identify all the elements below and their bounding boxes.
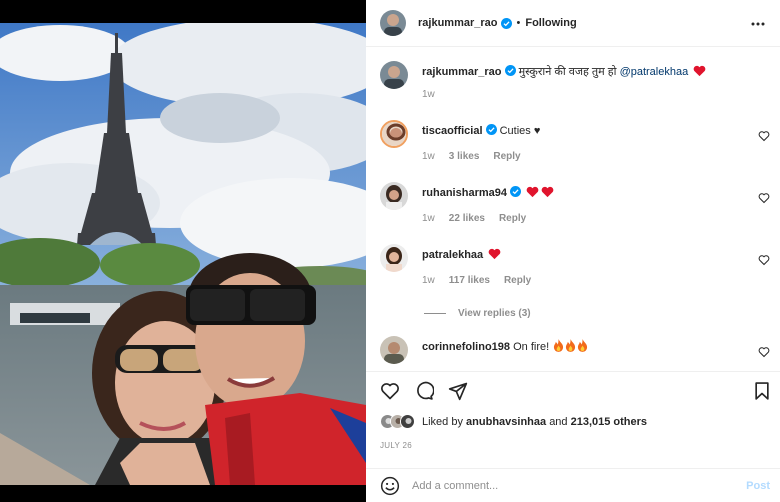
comment-text: On fire!: [513, 341, 550, 353]
author-username[interactable]: rajkummar_rao: [418, 17, 498, 29]
emoji-icon[interactable]: [380, 476, 400, 496]
post-photo[interactable]: [0, 23, 366, 485]
caption-avatar[interactable]: [380, 61, 408, 89]
liked-by-middle: and: [549, 415, 568, 428]
view-replies-label: View replies (3): [458, 308, 531, 319]
liked-by-user[interactable]: anubhavsinhaa: [466, 416, 546, 428]
commenter-username[interactable]: corinnefolino198: [422, 341, 510, 353]
reply-button[interactable]: Reply: [493, 151, 520, 162]
comments-list[interactable]: rajkummar_rao मुस्कुराने की वजह तुम हो @…: [366, 48, 780, 370]
comment-likes[interactable]: 117 likes: [449, 275, 490, 286]
caption-mention[interactable]: @patralekhaa: [620, 66, 689, 78]
commenter-username[interactable]: tiscaofficial: [422, 125, 483, 137]
add-comment-bar: Post: [366, 468, 780, 502]
add-comment-input[interactable]: [412, 479, 722, 492]
red-heart-emoji: [488, 248, 501, 260]
comment-likes[interactable]: 22 likes: [449, 213, 485, 224]
verified-badge-icon: [504, 65, 516, 76]
caption-text: मुस्कुराने की वजह तुम हो: [518, 66, 617, 78]
likes-summary: Liked by anubhavsinhaa and 213,015 other…: [380, 414, 647, 429]
post-details-panel: rajkummar_rao • Following rajkummar_rao …: [366, 0, 780, 502]
eiffel-tower-selfie-image: [0, 23, 366, 485]
commenter-username[interactable]: ruhanisharma94: [422, 187, 507, 199]
comment-text: Cuties ♥: [499, 125, 541, 137]
comment-time: 1w: [422, 151, 435, 162]
post-actions-bar: [366, 371, 780, 411]
caption-username[interactable]: rajkummar_rao: [422, 66, 502, 78]
instagram-post-modal: rajkummar_rao • Following rajkummar_rao …: [0, 0, 780, 502]
view-replies-line: [424, 313, 446, 314]
verified-badge-icon: [500, 17, 512, 29]
header-separator: •: [516, 17, 521, 29]
commenter-avatar[interactable]: [380, 120, 408, 148]
view-replies-button[interactable]: View replies (3): [424, 308, 531, 319]
save-icon[interactable]: [752, 381, 772, 401]
author-avatar[interactable]: [380, 10, 406, 36]
caption-time: 1w: [422, 89, 435, 100]
commenter-avatar[interactable]: [380, 336, 408, 364]
commenter-avatar[interactable]: [380, 244, 408, 272]
like-comment-icon[interactable]: [758, 346, 770, 358]
comment-time: 1w: [422, 275, 435, 286]
share-icon[interactable]: [448, 381, 468, 401]
fire-emoji: [566, 339, 576, 352]
verified-badge-icon: [509, 186, 521, 197]
post-header: rajkummar_rao • Following: [366, 0, 780, 47]
comment-likes[interactable]: 3 likes: [449, 151, 480, 162]
red-heart-emoji: [541, 186, 554, 198]
post-date[interactable]: JULY 26: [380, 441, 412, 450]
like-comment-icon[interactable]: [758, 192, 770, 204]
like-comment-icon[interactable]: [758, 254, 770, 266]
liked-by-avatars[interactable]: [380, 414, 415, 429]
red-heart-emoji: [693, 65, 706, 77]
verified-badge-icon: [485, 124, 497, 135]
commenter-username[interactable]: patralekhaa: [422, 249, 483, 261]
more-options-icon[interactable]: [750, 17, 766, 31]
like-icon[interactable]: [380, 381, 400, 401]
reply-button[interactable]: Reply: [504, 275, 531, 286]
commenter-avatar[interactable]: [380, 182, 408, 210]
following-button[interactable]: Following: [525, 17, 576, 29]
like-comment-icon[interactable]: [758, 130, 770, 142]
fire-emoji: [578, 339, 588, 352]
fire-emoji: [554, 339, 564, 352]
post-comment-button[interactable]: Post: [746, 480, 770, 492]
reply-button[interactable]: Reply: [499, 213, 526, 224]
comment-time: 1w: [422, 213, 435, 224]
likes-count[interactable]: 213,015 others: [571, 416, 647, 428]
red-heart-emoji: [526, 186, 539, 198]
comment-icon[interactable]: [414, 381, 434, 401]
liked-by-prefix: Liked by: [422, 415, 463, 428]
